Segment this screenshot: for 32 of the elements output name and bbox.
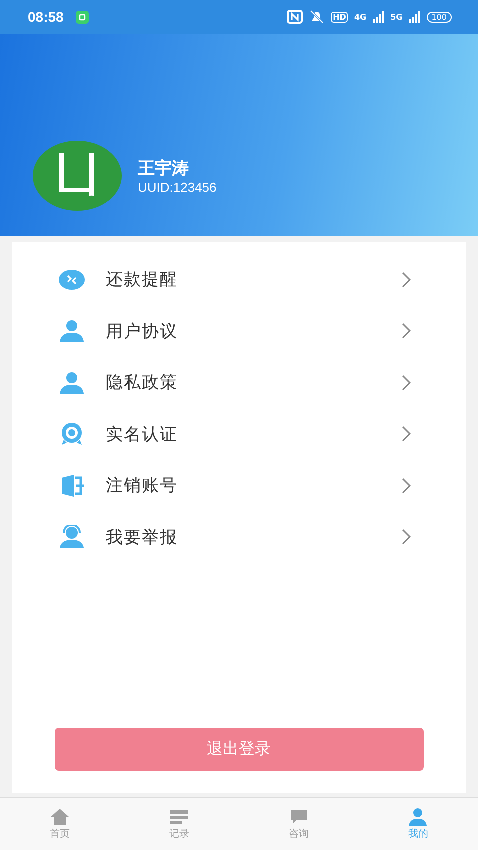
menu-item[interactable]: 用户协议 <box>12 306 466 357</box>
headset-person-icon <box>58 525 86 550</box>
notification-icon <box>76 10 89 24</box>
chevron-icon <box>402 426 412 442</box>
signal-icon <box>372 11 385 23</box>
status-time: 08:58 <box>28 9 64 25</box>
home-icon <box>50 808 70 826</box>
person-icon <box>408 808 428 826</box>
chat-icon <box>288 808 309 826</box>
person-icon <box>58 319 86 344</box>
avatar: 凵 <box>33 141 122 211</box>
nfc-icon <box>287 10 304 24</box>
menu-item[interactable]: 实名认证 <box>12 408 466 460</box>
user-name: 王宇涛 <box>138 158 190 180</box>
signal-icon <box>408 11 421 23</box>
hd-indicator: HD <box>331 12 348 22</box>
battery-level: 100 <box>426 12 452 22</box>
chevron-icon <box>402 529 412 546</box>
person-icon <box>58 370 86 395</box>
menu-item[interactable]: 还款提醒 <box>12 254 466 306</box>
chevron-icon <box>402 272 412 288</box>
mute-icon <box>309 10 326 24</box>
network-type: 5G <box>390 12 403 22</box>
list-icon <box>169 808 190 826</box>
menu-item[interactable]: 注销账号 <box>12 460 466 512</box>
chevron-icon <box>402 478 412 494</box>
network-type: 4G <box>354 12 367 22</box>
user-id: UUID:123456 <box>138 180 217 195</box>
menu-item[interactable]: 隐私政策 <box>12 357 466 408</box>
chevron-icon <box>402 374 412 391</box>
menu-item[interactable]: 我要举报 <box>12 512 466 563</box>
chevron-icon <box>402 323 412 340</box>
